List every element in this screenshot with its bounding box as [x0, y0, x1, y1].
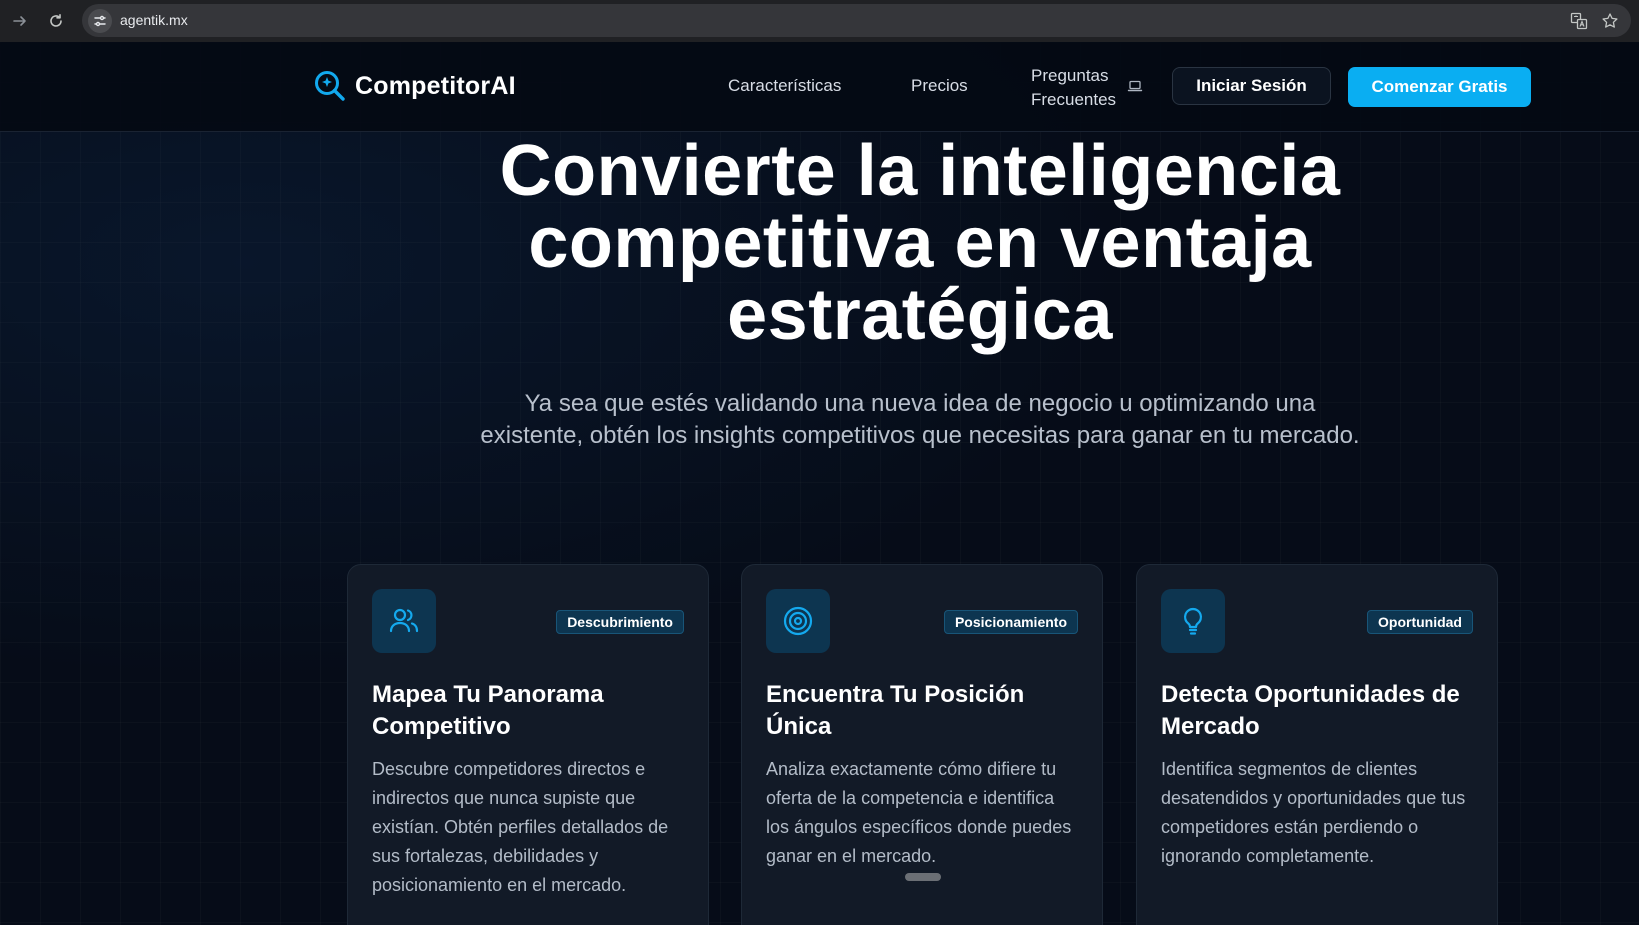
feature-card-discovery: Descubrimiento Mapea Tu Panorama Competi… [347, 564, 709, 925]
browser-toolbar: agentik.mx [0, 0, 1639, 43]
logo-search-icon [315, 71, 345, 101]
scroll-indicator[interactable] [905, 873, 941, 881]
hero-title-line2: competitiva en ventaja [528, 203, 1312, 283]
hero-title-line3: estratégica [727, 275, 1113, 355]
start-free-button[interactable]: Comenzar Gratis [1348, 67, 1531, 107]
logo-text: CompetitorAI [355, 71, 516, 100]
hero-title-line1: Convierte la inteligencia [499, 131, 1341, 211]
bookmark-star-icon[interactable] [1599, 10, 1621, 32]
laptop-icon[interactable] [1127, 78, 1143, 94]
lightbulb-icon [1161, 589, 1225, 653]
translate-icon[interactable] [1568, 10, 1590, 32]
card-description: Descubre competidores directos e indirec… [372, 759, 669, 895]
target-icon [766, 589, 830, 653]
hero-title: Convierte la inteligencia competitiva en… [380, 135, 1460, 351]
card-description: Identifica segmentos de clientes desaten… [1161, 759, 1466, 866]
nav-faq-line2: Frecuentes [1031, 90, 1117, 109]
card-badge: Descubrimiento [556, 610, 684, 634]
card-title: Detecta Oportunidades de Mercado [1161, 681, 1460, 740]
nav-pricing[interactable]: Precios [911, 76, 968, 96]
card-title: Mapea Tu Panorama Competitivo [372, 681, 604, 740]
logo[interactable]: CompetitorAI [313, 68, 516, 104]
forward-icon[interactable] [8, 9, 32, 33]
users-icon [372, 589, 436, 653]
feature-card-opportunity: Oportunidad Detecta Oportunidades de Mer… [1136, 564, 1498, 925]
card-badge: Oportunidad [1367, 610, 1473, 634]
hero-subtitle: Ya sea que estés validando una nueva ide… [480, 390, 1360, 449]
nav-features[interactable]: Características [728, 76, 841, 96]
card-title: Encuentra Tu Posición Única [766, 681, 1025, 740]
login-button[interactable]: Iniciar Sesión [1172, 67, 1331, 105]
nav-faq[interactable]: Preguntas Frecuentes [1031, 64, 1116, 112]
feature-card-positioning: Posicionamiento Encuentra Tu Posición Ún… [741, 564, 1103, 925]
address-bar[interactable]: agentik.mx [82, 4, 1631, 37]
reload-icon[interactable] [44, 9, 68, 33]
page: CompetitorAI Características Precios Pre… [0, 42, 1639, 925]
site-header: CompetitorAI Características Precios Pre… [0, 42, 1639, 132]
url-text[interactable]: agentik.mx [120, 12, 188, 28]
card-badge: Posicionamiento [943, 610, 1078, 634]
site-settings-icon[interactable] [88, 9, 112, 33]
nav-faq-line1: Preguntas [1031, 66, 1109, 85]
card-description: Analiza exactamente cómo difiere tu ofer… [766, 759, 1072, 866]
